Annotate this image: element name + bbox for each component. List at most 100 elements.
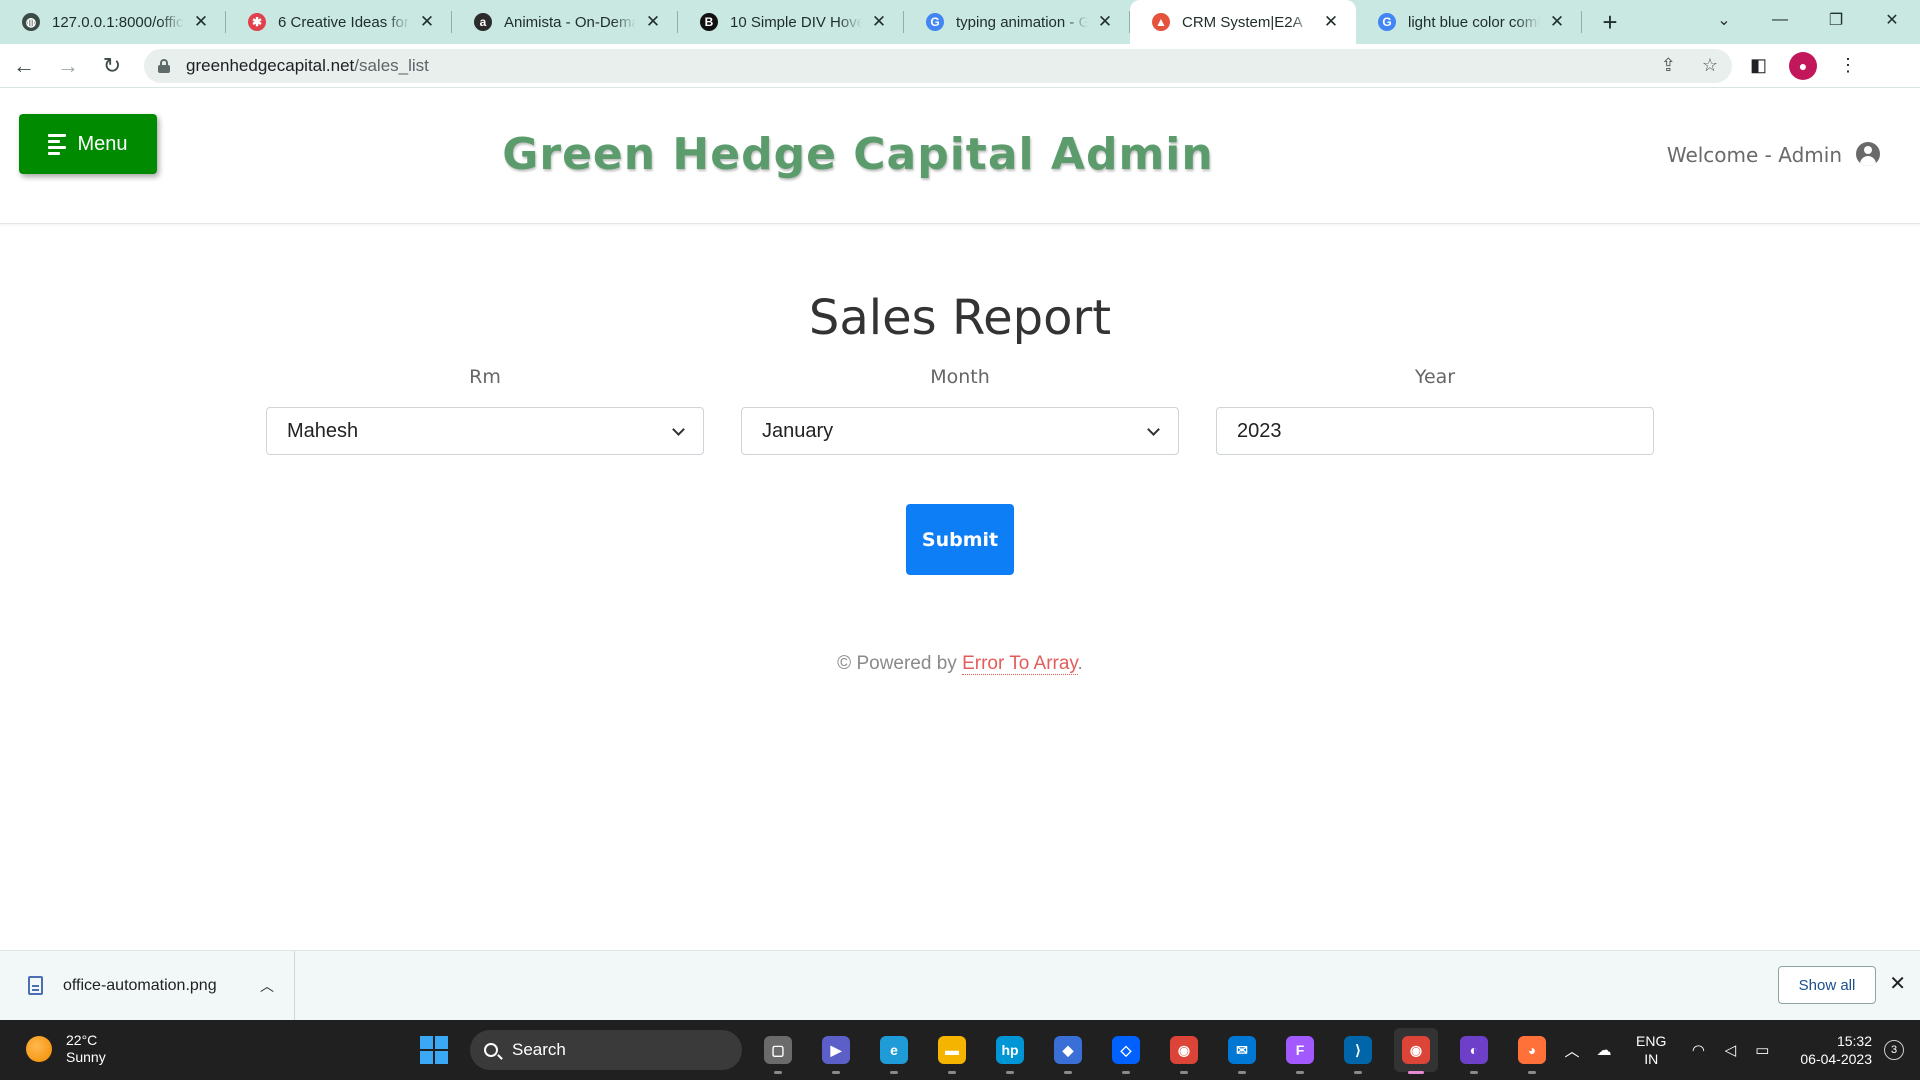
copilot-icon[interactable]: ◆ [1046, 1028, 1090, 1074]
minimize-button[interactable]: — [1752, 0, 1808, 40]
file-explorer-icon[interactable]: ▬ [930, 1028, 974, 1074]
app-glyph: ◇ [1112, 1036, 1140, 1064]
address-bar[interactable]: greenhedgecapital.net/sales_list ⇪ ☆ [144, 48, 1732, 83]
taskbar-apps: Search ▢ ▶ e ▬ hp ◆ ◇ ◉ ✉ F ⟩ ◉ ◐ ◕ [412, 1028, 1554, 1074]
app-glyph: ▶ [822, 1036, 850, 1064]
close-tab-icon[interactable]: ✕ [190, 11, 212, 33]
submit-button[interactable]: Submit [906, 504, 1014, 575]
onedrive-icon[interactable]: ☁ [1588, 1041, 1620, 1059]
firefox-icon[interactable]: ◕ [1510, 1028, 1554, 1074]
download-item[interactable]: office-automation.png ︿ [0, 950, 295, 1021]
clock[interactable]: 15:32 06-04-2023 [1800, 1032, 1872, 1068]
close-tab-icon[interactable]: ✕ [1546, 11, 1568, 33]
task-view-icon[interactable]: ▢ [756, 1028, 800, 1074]
lock-icon[interactable] [158, 58, 170, 73]
browser-tab[interactable]: Gtyping animation - Google Search ✕ [904, 0, 1130, 44]
close-window-button[interactable]: ✕ [1864, 0, 1920, 40]
app-glyph: ◐ [1460, 1036, 1488, 1064]
close-tab-icon[interactable]: ✕ [416, 11, 438, 33]
browser-tab[interactable]: ✱ 6 Creative Ideas for CSS Link Hover ✕ [226, 0, 452, 44]
rm-select-value: Mahesh [287, 419, 359, 442]
vscode-icon[interactable]: ⟩ [1336, 1028, 1380, 1074]
app-glyph: ◉ [1170, 1036, 1198, 1064]
running-indicator [1296, 1071, 1304, 1074]
taskbar-search[interactable]: Search [470, 1030, 742, 1070]
footer-link[interactable]: Error To Array [962, 653, 1078, 675]
chevron-up-icon[interactable]: ︿ [1556, 1040, 1588, 1061]
windows-start-icon[interactable] [412, 1028, 456, 1072]
download-file-name: office-automation.png [63, 976, 217, 994]
teams-icon[interactable]: ▶ [814, 1028, 858, 1074]
lang-line1: ENG [1636, 1033, 1667, 1049]
chevron-down-icon [1147, 422, 1160, 436]
close-tab-icon[interactable]: ✕ [1320, 11, 1342, 33]
edge-icon[interactable]: e [872, 1028, 916, 1074]
app-glyph: ◆ [1054, 1036, 1082, 1064]
user-circle-icon[interactable] [1856, 142, 1880, 166]
globe-icon: ◍ [22, 13, 40, 31]
running-indicator [1180, 1071, 1188, 1074]
site-header: Menu Green Hedge Capital Admin Welcome -… [0, 89, 1920, 224]
sun-icon [26, 1036, 52, 1062]
clock-time: 15:32 [1836, 1033, 1872, 1049]
tab-separator [1581, 11, 1582, 33]
share-icon[interactable]: ⇪ [1661, 55, 1676, 76]
figma-icon[interactable]: F [1278, 1028, 1322, 1074]
profile-avatar[interactable]: ● [1789, 51, 1818, 80]
page-title: Sales Report [808, 290, 1112, 346]
mail-icon[interactable]: ✉ [1220, 1028, 1264, 1074]
chrome-active-icon[interactable]: ◉ [1394, 1028, 1438, 1074]
reload-button[interactable]: ↻ [92, 46, 132, 86]
browser-toolbar: ← → ↻ greenhedgecapital.net/sales_list ⇪… [0, 44, 1920, 88]
browser-tab[interactable]: ▲ CRM System|E2A ✕ [1130, 0, 1356, 44]
notification-badge[interactable]: 3 [1884, 1040, 1904, 1060]
browser-tab[interactable]: B 10 Simple DIV Hover Effects ✕ [678, 0, 904, 44]
back-button[interactable]: ← [4, 46, 44, 86]
browser-tab[interactable]: a Animista - On-Demand CSS Animations ✕ [452, 0, 678, 44]
running-indicator [1006, 1071, 1014, 1074]
month-label: Month [930, 366, 990, 388]
chrome-icon[interactable]: ◉ [1162, 1028, 1206, 1074]
rm-select[interactable]: Mahesh [266, 407, 704, 455]
side-panel-icon[interactable]: ◧ [1750, 55, 1767, 76]
chevron-up-icon[interactable]: ︿ [260, 976, 274, 996]
more-menu-icon[interactable]: ⋮ [1839, 55, 1857, 76]
system-tray: ︿ ☁ ENG IN ◠ ◁ ▭ 15:32 06-04-2023 3 [1556, 1020, 1920, 1080]
github-icon[interactable]: ◐ [1452, 1028, 1496, 1074]
show-all-button[interactable]: Show all [1778, 966, 1876, 1004]
running-indicator [1064, 1071, 1072, 1074]
myhp-icon[interactable]: hp [988, 1028, 1032, 1074]
close-icon[interactable]: ✕ [1889, 971, 1906, 996]
year-input[interactable]: 2023 [1216, 407, 1654, 455]
close-tab-icon[interactable]: ✕ [642, 11, 664, 33]
new-tab-button[interactable]: + [1590, 0, 1630, 44]
browser-tab[interactable]: ◍ 127.0.0.1:8000/office-automation ✕ [0, 0, 226, 44]
weather-condition: Sunny [66, 1049, 106, 1065]
app-glyph: ✉ [1228, 1036, 1256, 1064]
dropbox-icon[interactable]: ◇ [1104, 1028, 1148, 1074]
close-tab-icon[interactable]: ✕ [1094, 11, 1116, 33]
language-indicator[interactable]: ENG IN [1636, 1032, 1666, 1068]
running-indicator [1354, 1071, 1362, 1074]
running-indicator [1122, 1071, 1130, 1074]
forward-button[interactable]: → [48, 46, 88, 86]
restore-button[interactable]: ❐ [1808, 0, 1864, 40]
app-glyph: ▬ [938, 1036, 966, 1064]
app-glyph: F [1286, 1036, 1314, 1064]
volume-icon[interactable]: ◁ [1714, 1041, 1746, 1059]
wifi-icon[interactable]: ◠ [1682, 1041, 1714, 1059]
month-select[interactable]: January [741, 407, 1179, 455]
tab-title: 10 Simple DIV Hover Effects [730, 13, 862, 31]
app-glyph: ◉ [1402, 1036, 1430, 1064]
lang-line2: IN [1644, 1051, 1659, 1067]
tab-title: light blue color combination - Google [1408, 13, 1540, 31]
tab-title: typing animation - Google Search [956, 13, 1088, 31]
footer-prefix: © Powered by [837, 653, 963, 674]
tab-search-chevron-icon[interactable]: ⌄ [1696, 0, 1752, 40]
year-input-value: 2023 [1237, 419, 1282, 442]
close-tab-icon[interactable]: ✕ [868, 11, 890, 33]
bookmark-star-icon[interactable]: ☆ [1702, 55, 1718, 76]
battery-icon[interactable]: ▭ [1746, 1041, 1778, 1059]
weather-widget[interactable]: 22°C Sunny [26, 1032, 106, 1066]
browser-tab[interactable]: Glight blue color combination - Google ✕ [1356, 0, 1582, 44]
